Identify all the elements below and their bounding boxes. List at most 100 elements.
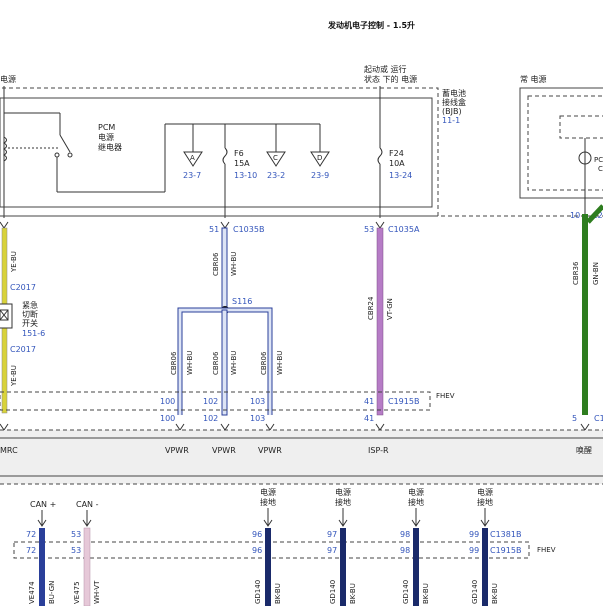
power-label-left: 电源 xyxy=(0,74,16,84)
c1-label: C1 xyxy=(594,414,603,423)
pin-5: 5 xyxy=(572,414,577,423)
bjb-label-2: 接线盒 xyxy=(442,97,466,107)
gnd-2a: 电源 xyxy=(335,487,351,497)
pin-53b: 53 xyxy=(71,546,81,555)
start-run-label-1: 起动或 运行 xyxy=(364,64,407,74)
pcm-relay-label-3: 继电器 xyxy=(98,142,122,152)
gnd-4b: 接地 xyxy=(477,497,493,507)
pin-102a: 102 xyxy=(203,397,218,406)
wire-gn-bn: GN-BN xyxy=(592,262,600,285)
wire-gd140-a: GD140 xyxy=(254,580,262,604)
pcm-relay-label-1: PCM xyxy=(98,123,115,132)
pin-98a: 98 xyxy=(400,530,410,539)
bjb-box-inner xyxy=(0,97,433,208)
wire-whbu-b: WH-BU xyxy=(230,351,238,375)
wire-bk-bu-a xyxy=(265,528,271,606)
pin-41b: 41 xyxy=(364,414,374,423)
wire-gd140-c: GD140 xyxy=(402,580,410,604)
c1915b-bot: C1915B xyxy=(490,546,521,555)
pin-98b: 98 xyxy=(400,546,410,555)
wiring-diagram: 发动机电子控制 - 1.5升 电源 PCM 电源 继电器 A 23-7 F6 1… xyxy=(0,20,603,606)
wire-violet xyxy=(376,227,384,416)
ref-c-letter: C xyxy=(273,154,278,162)
pin-100b: 100 xyxy=(160,414,175,423)
branch-mid xyxy=(221,309,228,416)
pcm-relay-label-2: 电源 xyxy=(98,132,114,142)
c1035b-label: C1035B xyxy=(233,225,264,234)
emergency-label-3: 开关 xyxy=(22,318,38,328)
wire-wh-vt xyxy=(83,527,91,606)
emergency-switch xyxy=(0,303,13,329)
wire-vt-gn: VT-GN xyxy=(386,298,394,320)
wire-wh-vt-label: WH-VT xyxy=(93,580,101,604)
wire-cbr06-c: CBR06 xyxy=(260,351,268,375)
pin-72b: 72 xyxy=(26,546,36,555)
emergency-label-1: 紧急 xyxy=(22,300,38,310)
wire-gd140-b: GD140 xyxy=(329,580,337,604)
pin-99a: 99 xyxy=(469,530,479,539)
c1035a-label: C1035A xyxy=(388,225,420,234)
pin-mrc: MRC xyxy=(0,446,18,455)
wire-green xyxy=(582,214,588,415)
bjb-box-outer xyxy=(0,87,439,217)
pin-10: 10 xyxy=(570,211,580,220)
constant-power-label: 常 电源 xyxy=(520,74,547,84)
s116-label: S116 xyxy=(232,297,252,306)
pin-53a: 53 xyxy=(71,530,81,539)
wire-whbu-top-label: WH-BU xyxy=(230,252,238,276)
pin-100a: 100 xyxy=(160,397,175,406)
ref-d-letter: D xyxy=(317,154,322,162)
wire-whbu-c: WH-BU xyxy=(276,351,284,375)
pin-96a: 96 xyxy=(252,530,262,539)
f6-amps: 15A xyxy=(234,159,250,168)
wire-bk-bu-d-label: BK-BU xyxy=(491,583,499,604)
f24-ref: 13-24 xyxy=(389,171,412,180)
right-pcm-c: C xyxy=(598,165,603,173)
wire-bu-gn xyxy=(39,528,45,606)
fhev-label-bot: FHEV xyxy=(537,546,556,554)
wire-cbr06-b: CBR06 xyxy=(212,351,220,375)
arrow-f24-top xyxy=(375,221,385,229)
pin-96b: 96 xyxy=(252,546,262,555)
emergency-label-2: 切断 xyxy=(22,309,38,319)
can-plus-label: CAN + xyxy=(30,500,56,509)
c2017-top: C2017 xyxy=(10,283,36,292)
pin-vpwr-c: VPWR xyxy=(258,446,282,455)
arrow-vpwr-b xyxy=(220,423,230,431)
gnd-1b: 接地 xyxy=(260,497,276,507)
right-module-inner xyxy=(559,115,603,139)
fhev-label-top: FHEV xyxy=(436,392,455,400)
wire-bk-bu-b-label: BK-BU xyxy=(349,583,357,604)
arrow-vpwr-c xyxy=(265,423,275,431)
can-minus-label: CAN - xyxy=(76,500,99,509)
wire-cbr06-a: CBR06 xyxy=(170,351,178,375)
relay-switch-arm xyxy=(59,134,71,153)
wire-bk-bu-c xyxy=(413,528,419,606)
ref-d-page: 23-9 xyxy=(311,171,329,180)
right-module-dashed xyxy=(527,95,603,191)
arrow-left-top xyxy=(0,221,9,229)
wire-ye-bu-bot: YE-BU xyxy=(10,365,18,387)
ref-a-page: 23-7 xyxy=(183,171,201,180)
ref-c-page: 23-2 xyxy=(267,171,285,180)
relay-contact-point-2 xyxy=(54,152,60,158)
bjb-label-1: 蓄电池 xyxy=(442,88,466,98)
pin-vpwr-a: VPWR xyxy=(165,446,189,455)
fhev-connector-bot xyxy=(13,541,530,559)
f6-fuse-symbol xyxy=(222,147,228,165)
pin-97b: 97 xyxy=(327,546,337,555)
wire-ve474: VE474 xyxy=(28,581,36,604)
wire-cbr24: CBR24 xyxy=(367,296,375,320)
wire-cbr36: CBR36 xyxy=(572,261,580,285)
wire-bk-bu-d xyxy=(482,528,488,606)
c1381b-label: C1381B xyxy=(490,530,521,539)
wire-bk-bu-a-label: BK-BU xyxy=(274,583,282,604)
arrow-vpwr-a xyxy=(175,423,185,431)
f24-fuse-symbol xyxy=(377,147,383,165)
wire-whbu-top xyxy=(221,227,228,311)
gnd-3a: 电源 xyxy=(408,487,424,497)
bjb-label-3: (BJB) xyxy=(442,107,462,116)
wire-ye-bu-top: YE-BU xyxy=(10,251,18,273)
pin-99b: 99 xyxy=(469,546,479,555)
wire-whbu-a: WH-BU xyxy=(186,351,194,375)
